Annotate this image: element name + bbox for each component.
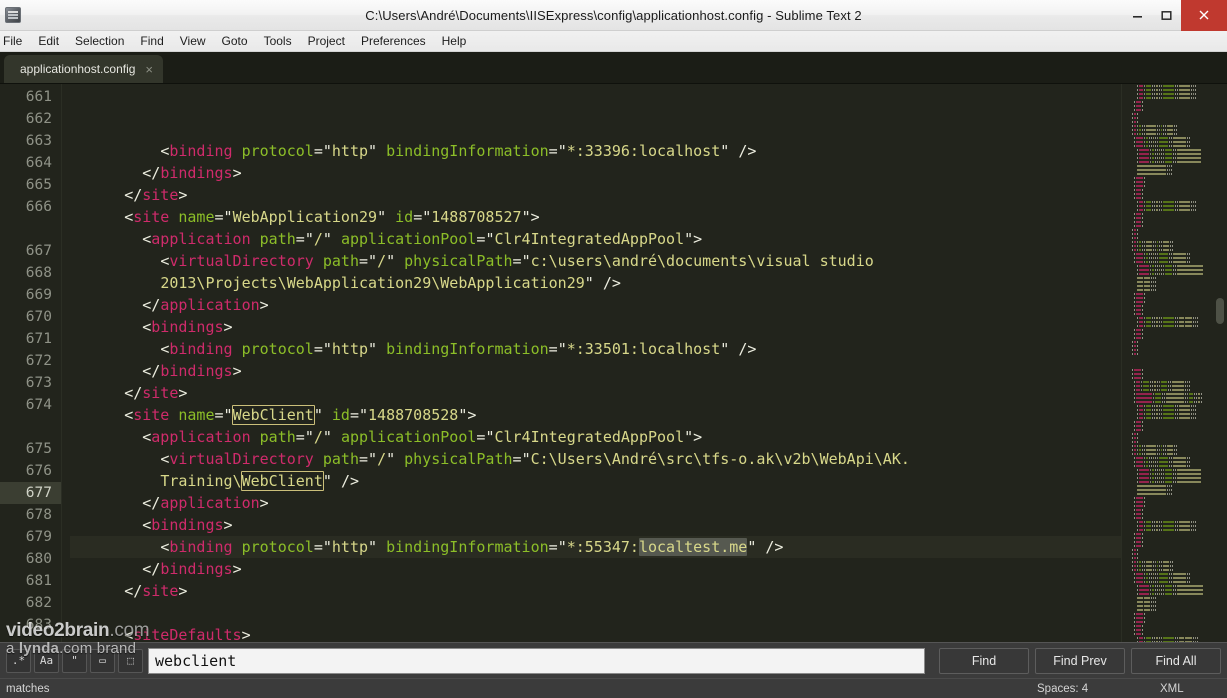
line-number-663: 663 bbox=[25, 133, 52, 149]
line-number-680: 680 bbox=[25, 551, 52, 567]
line-number-667: 667 bbox=[25, 243, 52, 259]
status-syntax[interactable]: XML bbox=[1160, 683, 1184, 695]
menu-edit[interactable]: Edit bbox=[30, 32, 67, 51]
menu-project[interactable]: Project bbox=[300, 32, 353, 51]
minimize-icon[interactable] bbox=[1123, 0, 1152, 31]
line-number-677: 677 bbox=[0, 482, 61, 504]
code-line-666: <virtualDirectory path="/" physicalPath=… bbox=[160, 252, 874, 270]
menu-goto[interactable]: Goto bbox=[214, 32, 256, 51]
find-prev-button[interactable]: Find Prev bbox=[1035, 647, 1125, 674]
scrollbar-thumb[interactable] bbox=[1216, 298, 1224, 324]
tab-applicationhost-config[interactable]: applicationhost.config × bbox=[4, 55, 164, 83]
line-number-671: 671 bbox=[25, 331, 52, 347]
status-indentation[interactable]: Spaces: 4 bbox=[1037, 683, 1088, 695]
code-line-wrapped: 2013\Projects\WebApplication29\WebApplic… bbox=[160, 274, 621, 292]
selection-highlight: localtest.me bbox=[638, 538, 748, 556]
code-line-662: </bindings> bbox=[142, 164, 242, 182]
window-controls bbox=[1123, 0, 1227, 31]
code-line-677: <binding protocol="http" bindingInformat… bbox=[70, 536, 1121, 558]
line-number-670: 670 bbox=[25, 309, 52, 325]
window-title: C:\Users\André\Documents\IISExpress\conf… bbox=[365, 7, 862, 23]
menu-help[interactable]: Help bbox=[434, 32, 475, 51]
line-number-665: 665 bbox=[25, 177, 52, 193]
regex-toggle[interactable]: .* bbox=[6, 648, 31, 673]
line-number-678: 678 bbox=[25, 507, 52, 523]
line-number-679: 679 bbox=[25, 529, 52, 545]
search-match-outline: WebClient bbox=[231, 405, 315, 425]
code-line-670: </bindings> bbox=[142, 362, 242, 380]
close-icon[interactable] bbox=[1181, 0, 1227, 31]
code-line-669: <binding protocol="http" bindingInformat… bbox=[160, 340, 757, 358]
code-line-667: </application> bbox=[142, 296, 269, 314]
code-line-661: <binding protocol="http" bindingInformat… bbox=[160, 142, 757, 160]
in-selection-toggle[interactable]: ▭ bbox=[90, 648, 115, 673]
line-number-673: 673 bbox=[25, 375, 52, 391]
line-number-662: 662 bbox=[25, 111, 52, 127]
menu-preferences[interactable]: Preferences bbox=[353, 32, 434, 51]
code-line-676: <bindings> bbox=[142, 516, 233, 534]
menu-bar: File Edit Selection Find View Goto Tools… bbox=[0, 31, 1227, 52]
highlight-results-toggle[interactable]: ⬚ bbox=[118, 648, 143, 673]
sublime-text-window: C:\Users\André\Documents\IISExpress\conf… bbox=[0, 0, 1227, 698]
line-number-681: 681 bbox=[25, 573, 52, 589]
line-number-gutter: 661 662 663 664 665 666 667 668 669 670 671 672 673… bbox=[0, 84, 62, 642]
sublime-text-icon bbox=[5, 7, 21, 23]
code-line-673: <application path="/" applicationPool="C… bbox=[142, 428, 703, 446]
line-number-675: 675 bbox=[25, 441, 52, 457]
menu-tools[interactable]: Tools bbox=[256, 32, 300, 51]
line-number-682: 682 bbox=[25, 595, 52, 611]
line-number-668: 668 bbox=[25, 265, 52, 281]
line-number-wrapped bbox=[0, 218, 61, 240]
code-line-678: </bindings> bbox=[142, 560, 242, 578]
tab-bar: applicationhost.config × bbox=[0, 52, 1227, 84]
editor-area: 661 662 663 664 665 666 667 668 669 670 671 672 673… bbox=[0, 84, 1227, 642]
line-number-666: 666 bbox=[25, 199, 52, 215]
code-line-681: <siteDefaults> bbox=[124, 626, 251, 642]
code-line-wrapped: Training\WebClient" /> bbox=[160, 471, 359, 491]
find-panel: .* Aa " ▭ ⬚ Find Find Prev Find All vide… bbox=[0, 621, 1227, 678]
vertical-scrollbar[interactable] bbox=[1213, 84, 1227, 642]
code-line-663: </site> bbox=[124, 186, 188, 204]
whole-word-toggle[interactable]: " bbox=[62, 648, 87, 673]
code-line-668: <bindings> bbox=[142, 318, 233, 336]
line-number-wrapped bbox=[0, 416, 61, 438]
line-number-669: 669 bbox=[25, 287, 52, 303]
line-number-664: 664 bbox=[25, 155, 52, 171]
maximize-icon[interactable] bbox=[1152, 0, 1181, 31]
line-number-674: 674 bbox=[25, 397, 52, 413]
status-bar: matches Spaces: 4 XML bbox=[0, 678, 1227, 698]
code-line-675: </application> bbox=[142, 494, 269, 512]
line-number-661: 661 bbox=[25, 89, 52, 105]
tab-close-icon[interactable]: × bbox=[145, 63, 153, 76]
case-sensitive-toggle[interactable]: Aa bbox=[34, 648, 59, 673]
code-line-672: <site name="WebClient" id="1488708528"> bbox=[124, 405, 477, 425]
menu-selection[interactable]: Selection bbox=[67, 32, 132, 51]
find-all-button[interactable]: Find All bbox=[1131, 647, 1221, 674]
search-input[interactable] bbox=[148, 647, 925, 674]
code-line-665: <application path="/" applicationPool="C… bbox=[142, 230, 703, 248]
menu-file[interactable]: File bbox=[0, 32, 30, 51]
tab-label: applicationhost.config bbox=[20, 62, 136, 76]
code-line-674: <virtualDirectory path="/" physicalPath=… bbox=[160, 450, 910, 468]
search-match-outline: WebClient bbox=[240, 471, 324, 491]
find-button[interactable]: Find bbox=[939, 647, 1029, 674]
status-message: matches bbox=[6, 682, 50, 695]
code-minimap[interactable] bbox=[1121, 84, 1213, 642]
code-view[interactable]: <binding protocol="http" bindingInformat… bbox=[62, 84, 1121, 642]
code-line-679: </site> bbox=[124, 582, 188, 600]
title-bar: C:\Users\André\Documents\IISExpress\conf… bbox=[0, 0, 1227, 31]
line-number-672: 672 bbox=[25, 353, 52, 369]
line-number-683: 683 bbox=[25, 617, 52, 633]
code-line-664: <site name="WebApplication29" id="148870… bbox=[124, 208, 540, 226]
code-line-671: </site> bbox=[124, 384, 188, 402]
menu-find[interactable]: Find bbox=[132, 32, 171, 51]
line-number-676: 676 bbox=[25, 463, 52, 479]
find-option-toggles: .* Aa " ▭ ⬚ bbox=[6, 648, 143, 673]
menu-view[interactable]: View bbox=[172, 32, 214, 51]
